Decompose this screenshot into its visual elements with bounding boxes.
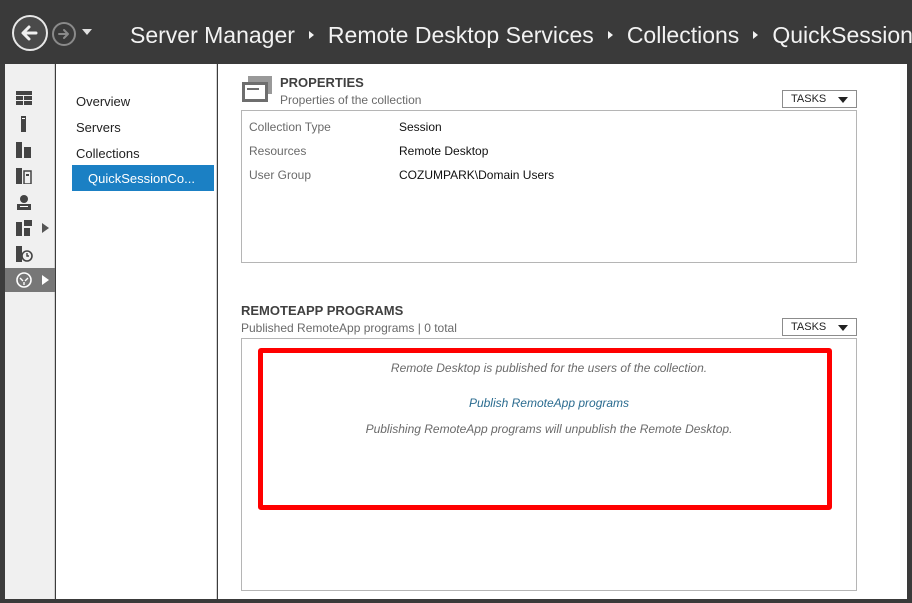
expand-arrow-icon[interactable]	[42, 275, 49, 285]
subnav-item-quicksession[interactable]: QuickSessionCo...	[72, 165, 214, 191]
breadcrumb-separator-icon	[753, 31, 759, 39]
property-label: Resources	[249, 144, 307, 158]
rail-iis[interactable]	[5, 242, 55, 266]
back-arrow-icon	[21, 25, 38, 41]
iis-icon	[16, 246, 33, 262]
collections-subnav: Overview Servers Collections QuickSessio…	[56, 64, 217, 599]
rail-file-storage[interactable]	[5, 164, 55, 188]
rail-rds-role[interactable]	[5, 216, 55, 240]
expand-arrow-icon[interactable]	[42, 223, 49, 233]
highlight-rectangle	[258, 348, 832, 510]
breadcrumb-separator-icon	[308, 31, 314, 39]
breadcrumb-server-manager[interactable]: Server Manager	[130, 22, 295, 49]
dashboard-icon	[16, 91, 32, 105]
window-frame-bottom	[0, 599, 912, 603]
breadcrumb-separator-icon	[607, 31, 613, 39]
property-label: User Group	[249, 168, 312, 182]
subnav-item-collections[interactable]: Collections	[76, 146, 140, 161]
property-value: Session	[399, 120, 442, 134]
rail-collections[interactable]	[5, 268, 55, 292]
back-button[interactable]	[12, 15, 48, 51]
properties-icon	[242, 76, 272, 102]
rds-icon	[16, 220, 32, 236]
breadcrumb: Server Manager Remote Desktop Services C…	[130, 20, 912, 50]
rail-ad-ds[interactable]	[5, 190, 55, 214]
nav-rail	[5, 64, 55, 599]
remoteapp-subtitle: Published RemoteApp programs | 0 total	[241, 321, 457, 335]
forward-button[interactable]	[52, 22, 76, 46]
collections-icon	[16, 272, 32, 288]
properties-subtitle: Properties of the collection	[280, 93, 422, 107]
chevron-down-icon	[838, 325, 848, 331]
main-content: PROPERTIES Properties of the collection …	[218, 64, 907, 599]
file-storage-icon	[16, 168, 32, 184]
ad-ds-icon	[17, 195, 31, 210]
property-value: COZUMPARK\Domain Users	[399, 168, 555, 182]
tasks-label: TASKS	[791, 321, 827, 333]
properties-panel: Collection Type Session Resources Remote…	[241, 110, 857, 263]
tasks-label: TASKS	[791, 93, 827, 105]
rail-dashboard[interactable]	[5, 86, 55, 110]
all-servers-icon	[16, 142, 31, 158]
breadcrumb-rds[interactable]: Remote Desktop Services	[328, 22, 594, 49]
local-server-icon	[21, 116, 26, 132]
property-value: Remote Desktop	[399, 144, 489, 158]
breadcrumb-collections[interactable]: Collections	[627, 22, 740, 49]
rail-all-servers[interactable]	[5, 138, 55, 162]
forward-arrow-icon	[58, 29, 69, 39]
property-row: Resources Remote Desktop	[249, 144, 849, 160]
remoteapp-tasks-button[interactable]: TASKS	[782, 318, 857, 336]
history-dropdown-icon[interactable]	[82, 29, 92, 35]
property-label: Collection Type	[249, 120, 331, 134]
title-bar: Server Manager Remote Desktop Services C…	[0, 0, 912, 64]
property-row: User Group COZUMPARK\Domain Users	[249, 168, 849, 184]
properties-title: PROPERTIES	[280, 75, 364, 90]
remoteapp-title: REMOTEAPP PROGRAMS	[241, 303, 404, 318]
chevron-down-icon	[838, 97, 848, 103]
breadcrumb-current[interactable]: QuickSessionColl	[772, 22, 912, 49]
property-row: Collection Type Session	[249, 120, 849, 136]
subnav-item-overview[interactable]: Overview	[76, 94, 130, 109]
rail-local-server[interactable]	[5, 112, 55, 136]
window-frame-right	[907, 64, 912, 603]
properties-tasks-button[interactable]: TASKS	[782, 90, 857, 108]
subnav-item-servers[interactable]: Servers	[76, 120, 121, 135]
